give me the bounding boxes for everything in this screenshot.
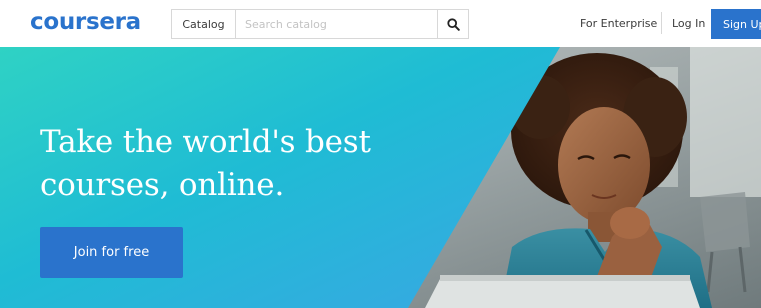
search-button[interactable] [437,10,468,38]
hero-headline-line-1: Take the world's best [40,124,371,160]
catalog-button[interactable]: Catalog [172,10,236,38]
signup-button[interactable]: Sign Up [711,9,761,39]
join-for-free-button[interactable]: Join for free [40,227,183,278]
hero-headline-line-2: courses, online. [40,167,285,203]
top-navigation: coursera Catalog For Enterprise Log In S… [0,0,761,47]
search-icon [446,17,460,31]
for-enterprise-link[interactable]: For Enterprise [580,16,657,31]
coursera-logo[interactable]: coursera [30,8,141,36]
login-link[interactable]: Log In [672,16,705,31]
search-bar: Catalog [171,9,469,39]
hero-banner: Take the world's best courses, online. J… [0,47,761,308]
search-input[interactable] [236,10,437,38]
hero-headline: Take the world's best courses, online. [40,121,460,207]
nav-divider [661,12,662,34]
